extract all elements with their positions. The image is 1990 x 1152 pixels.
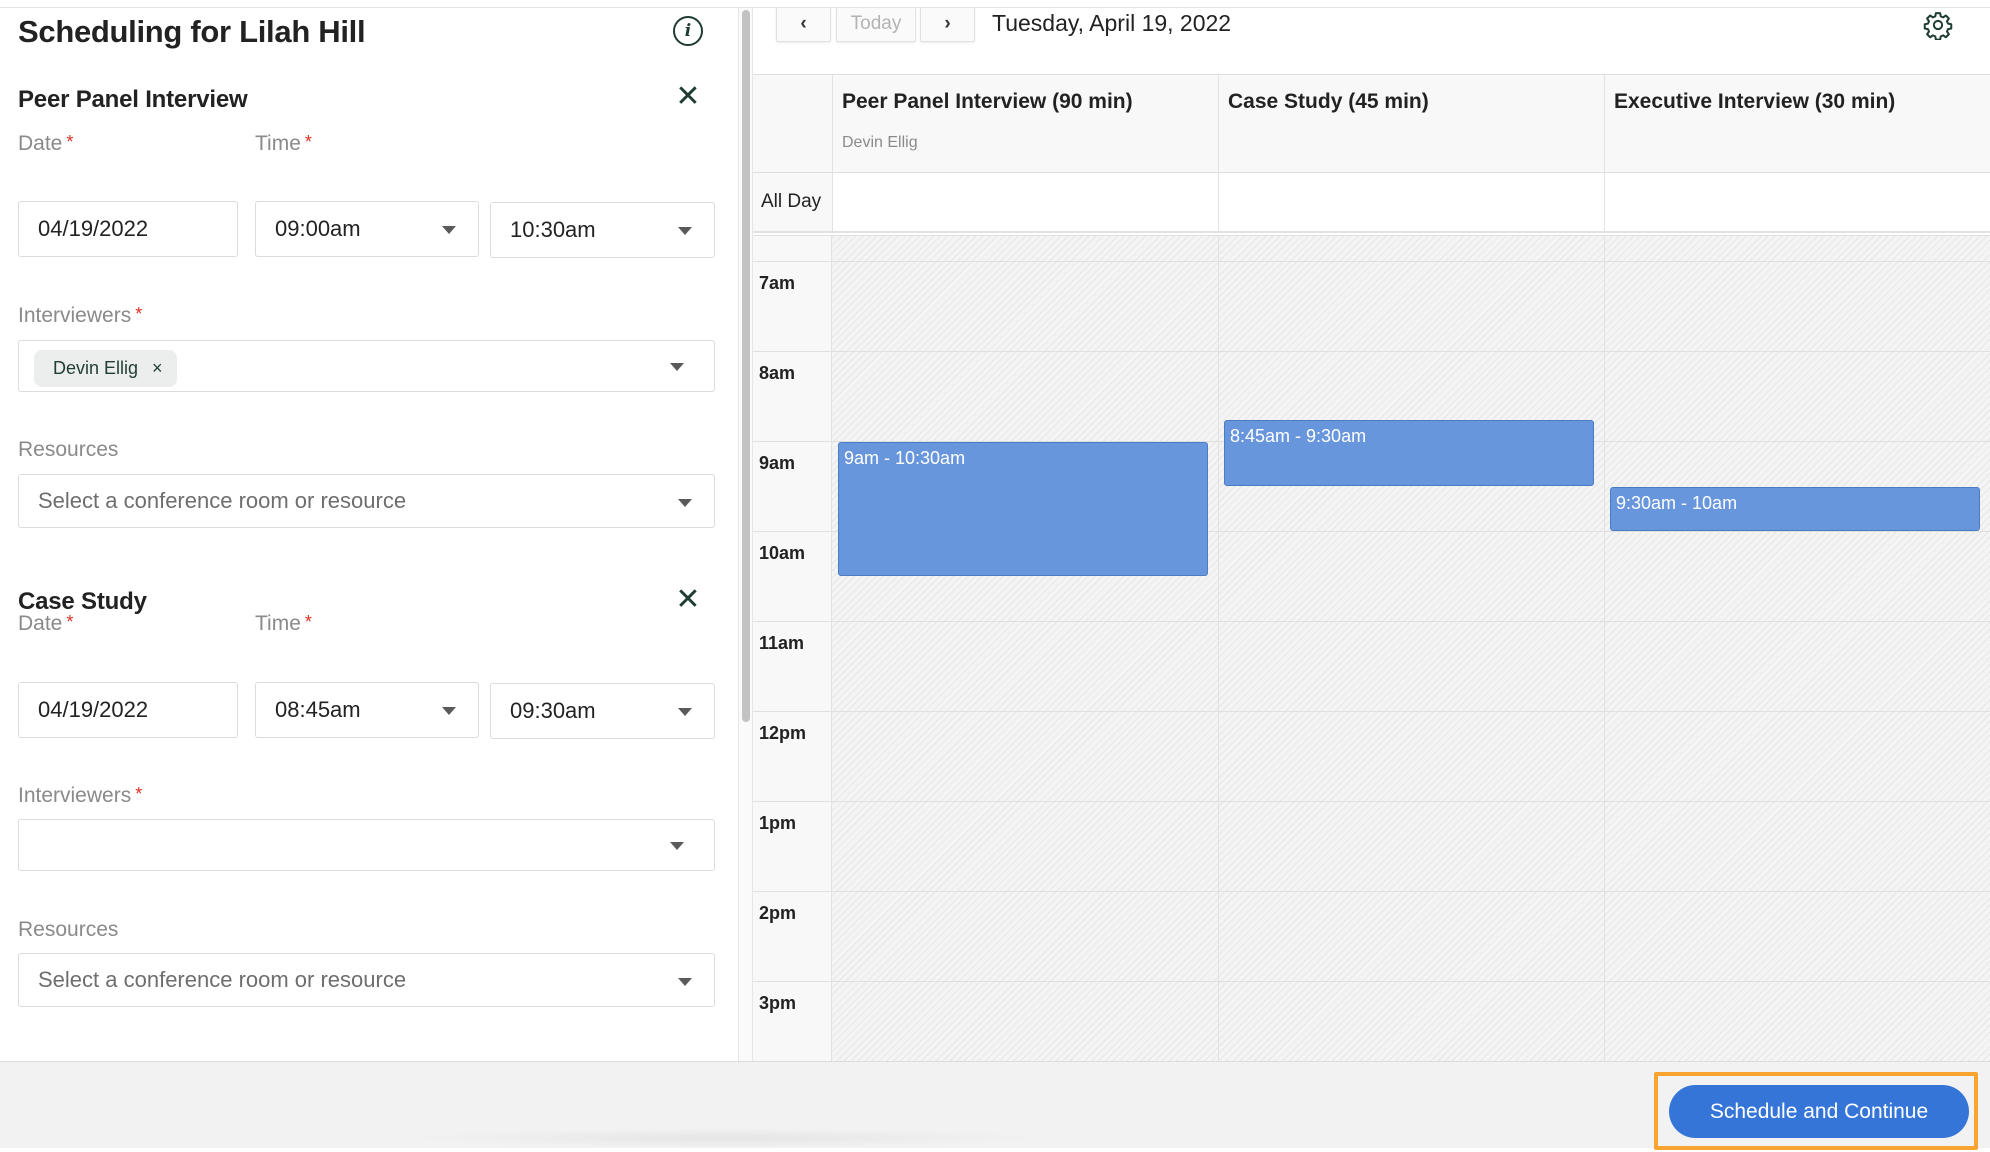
previous-day-button[interactable]: ‹ (776, 8, 831, 42)
chevron-down-icon (678, 499, 692, 507)
remove-chip-close-icon[interactable]: × (152, 358, 163, 378)
section-title-peer-panel: Peer Panel Interview (18, 86, 248, 113)
chevron-down-icon (678, 978, 692, 986)
date-label: Date * (18, 132, 74, 155)
gear-icon[interactable] (1923, 10, 1953, 40)
chevron-down-icon (678, 708, 692, 716)
case-study-interviewers-select[interactable] (18, 819, 715, 871)
all-day-cell[interactable] (832, 173, 1218, 231)
calendar-event[interactable]: 9am - 10:30am (838, 442, 1208, 576)
peer-panel-start-time-select[interactable]: 09:00am (255, 201, 479, 257)
case-study-end-time-select[interactable]: 09:30am (490, 683, 715, 739)
case-study-date-input[interactable]: 04/19/2022 (18, 682, 238, 738)
calendar-date: Tuesday, April 19, 2022 (992, 10, 1232, 36)
calendar-header: Peer Panel Interview (90 min) Devin Elli… (753, 74, 1990, 174)
date-label: Date * (18, 612, 74, 635)
interviewer-chip: Devin Ellig × (34, 350, 177, 387)
hour-label: 12pm (759, 723, 807, 743)
case-study-start-time-select[interactable]: 08:45am (255, 682, 479, 738)
all-day-label: All Day (753, 173, 832, 231)
unavailable-hatch (832, 235, 1990, 1061)
all-day-cell[interactable] (1604, 173, 1990, 231)
resources-label: Resources (18, 438, 119, 461)
peer-panel-resources-select[interactable]: Select a conference room or resource (18, 474, 715, 528)
next-day-button[interactable]: › (920, 8, 975, 42)
hour-line (753, 261, 1990, 262)
calendar-event[interactable]: 8:45am - 9:30am (1224, 419, 1594, 486)
hour-line (753, 891, 1990, 892)
today-button[interactable]: Today (836, 8, 916, 42)
column-interviewer: Devin Ellig (842, 134, 918, 151)
peer-panel-interviewers-select[interactable]: Devin Ellig × (18, 340, 715, 392)
hour-label: 1pm (759, 813, 797, 833)
panel-scrollbar[interactable] (738, 8, 753, 1061)
top-border (0, 0, 1990, 8)
all-day-row: All Day (753, 173, 1990, 233)
chevron-down-icon (442, 226, 456, 234)
remove-case-study-close-icon[interactable]: ✕ (674, 585, 702, 615)
footer-shadow (400, 1128, 1050, 1148)
chevron-down-icon (442, 707, 456, 715)
chevron-down-icon (678, 227, 692, 235)
hour-label: 8am (759, 363, 796, 383)
column-divider (1218, 235, 1219, 1061)
page-title: Scheduling for Lilah Hill (18, 14, 366, 49)
schedule-and-continue-button[interactable]: Schedule and Continue (1669, 1085, 1969, 1138)
hour-label: 7am (759, 273, 796, 293)
peer-panel-end-time-select[interactable]: 10:30am (490, 202, 715, 258)
scheduling-panel: Scheduling for Lilah Hill i Peer Panel I… (0, 8, 738, 1061)
remove-peer-panel-close-icon[interactable]: ✕ (674, 82, 702, 112)
column-header-peer-panel: Peer Panel Interview (90 min) Devin Elli… (832, 75, 1218, 174)
hour-label: 11am (759, 633, 805, 653)
hour-line (753, 711, 1990, 712)
hour-label: 9am (759, 453, 796, 473)
time-label: Time * (255, 612, 312, 635)
scrollbar-thumb[interactable] (742, 10, 750, 722)
case-study-resources-select[interactable]: Select a conference room or resource (18, 953, 715, 1007)
interviewers-label: Interviewers * (18, 784, 143, 807)
hour-label: 10am (759, 543, 806, 563)
column-divider (1604, 235, 1605, 1061)
chevron-down-icon (670, 363, 684, 371)
peer-panel-date-input[interactable]: 04/19/2022 (18, 201, 238, 257)
hour-line (753, 351, 1990, 352)
hour-label: 3pm (759, 993, 797, 1013)
hour-line (753, 235, 1990, 236)
all-day-cell[interactable] (1218, 173, 1604, 231)
hour-line (753, 801, 1990, 802)
interviewers-label: Interviewers * (18, 304, 143, 327)
column-header-executive-interview: Executive Interview (30 min) (1604, 75, 1990, 174)
hour-line (753, 621, 1990, 622)
calendar-event[interactable]: 9:30am - 10am (1610, 487, 1980, 531)
info-icon[interactable]: i (673, 16, 703, 46)
column-header-case-study: Case Study (45 min) (1218, 75, 1604, 174)
chevron-down-icon (670, 842, 684, 850)
time-label: Time * (255, 132, 312, 155)
hour-line (753, 981, 1990, 982)
resources-label: Resources (18, 918, 119, 941)
time-grid[interactable]: 7am 8am 9am 10am 11am 12pm 1pm 2pm 3pm 9am - 10:3… (753, 235, 1990, 1061)
hour-label: 2pm (759, 903, 797, 923)
calendar: ‹ Today › Tuesday, April 19, 2022 Peer P… (753, 8, 1990, 1061)
